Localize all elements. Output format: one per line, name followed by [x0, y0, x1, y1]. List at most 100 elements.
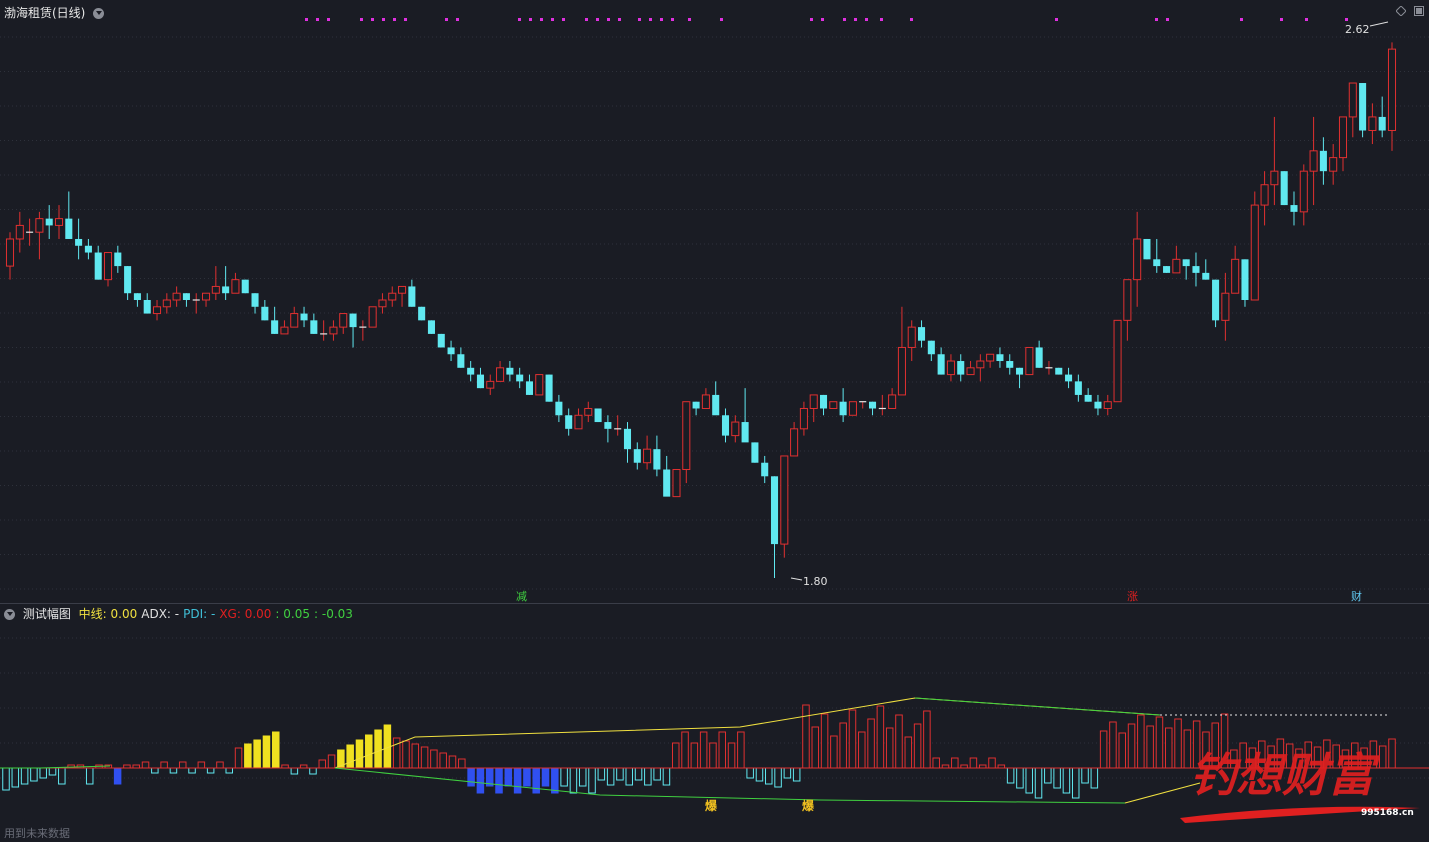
- indicator-value-4: : 0.05: [275, 607, 310, 621]
- candle-body-down: [1006, 361, 1014, 368]
- candle-body-up: [809, 394, 818, 409]
- candle: [1212, 279, 1220, 328]
- candle: [15, 211, 24, 253]
- magenta-dot: [305, 18, 308, 21]
- candle-body-down: [427, 320, 435, 334]
- indicator-bar-positive: [458, 758, 466, 769]
- indicator-bar-positive: [913, 723, 922, 769]
- candle: [1241, 259, 1249, 307]
- candle-body-up: [1329, 157, 1338, 172]
- candle-body-down: [692, 401, 700, 409]
- candle: [133, 293, 141, 307]
- magenta-dot: [1345, 18, 1348, 21]
- magenta-dot: [1305, 18, 1308, 21]
- indicator-bar-positive: [671, 742, 680, 769]
- indicator-bar-positive: [1155, 716, 1164, 769]
- indicator-bar-negative: [1090, 767, 1099, 789]
- indicator-bar-negative: [588, 767, 596, 794]
- diamond-icon[interactable]: [1396, 6, 1406, 16]
- indicator-bar-negative: [188, 767, 196, 774]
- indicator-bar-negative: [495, 767, 503, 794]
- candle: [1084, 388, 1092, 402]
- main-price-chart[interactable]: 2.62 1.80 减 涨 财 渤海租赁(日线): [0, 0, 1429, 603]
- indicator-bar-negative: [765, 767, 773, 785]
- indicator-bar-negative: [551, 767, 559, 794]
- candle-body-up: [672, 469, 681, 498]
- candle-body-up: [584, 407, 593, 416]
- candle: [790, 422, 799, 457]
- indicator-bar-positive: [1174, 718, 1182, 769]
- candle: [1143, 238, 1151, 260]
- magenta-dot: [404, 18, 407, 21]
- candle: [1123, 279, 1132, 341]
- candle-body-down: [761, 462, 769, 477]
- candle: [1348, 82, 1357, 138]
- candle: [721, 408, 730, 443]
- candle-body-up: [1338, 116, 1348, 159]
- candle-body-up: [701, 394, 710, 409]
- candle: [1299, 164, 1308, 226]
- indicator-dropdown-icon[interactable]: [4, 609, 15, 620]
- candle: [1016, 367, 1024, 389]
- candle-body-down: [770, 476, 779, 545]
- indicator-panel[interactable]: 爆 爆 钓想财富 995168.cn 用到未来数据 测试幅图 中线: 0.00 A…: [0, 603, 1429, 840]
- candle: [368, 306, 377, 328]
- candle-body-down: [868, 401, 877, 409]
- candle-body-up: [231, 279, 240, 294]
- candle: [819, 394, 828, 416]
- candle-body-up: [1025, 346, 1034, 376]
- indicator-bar-positive: [718, 731, 727, 769]
- indicator-bar-positive: [895, 714, 903, 769]
- magenta-signal-dots: [305, 18, 1348, 21]
- indicator-bar-negative: [569, 767, 578, 794]
- candle-body-up: [35, 218, 44, 233]
- candle-body-down: [918, 327, 926, 341]
- candle: [623, 422, 632, 463]
- candle: [594, 408, 602, 423]
- high-arrow: [1369, 21, 1389, 27]
- candle-body-down: [408, 286, 416, 307]
- candle-body-down: [133, 293, 141, 300]
- indicator-bar-negative: [467, 767, 475, 787]
- indicator-chart[interactable]: 爆 爆 钓想财富 995168.cn 用到未来数据: [0, 603, 1429, 840]
- candle: [486, 374, 495, 395]
- candle-body-up: [643, 448, 652, 464]
- indicator-bar-positive: [327, 754, 336, 769]
- indicator-value-5: : -0.03: [314, 607, 353, 621]
- indicator-bar-negative: [1006, 767, 1015, 784]
- indicator-bar-positive: [392, 737, 401, 769]
- candle: [222, 266, 230, 300]
- indicator-bar-positive: [1127, 723, 1136, 769]
- magenta-dot: [1280, 18, 1283, 21]
- candle: [1319, 137, 1327, 185]
- indicator-bar-negative: [578, 767, 587, 787]
- candle: [741, 388, 749, 443]
- candle: [996, 347, 1004, 368]
- indicator-bar-negative: [206, 767, 215, 774]
- indicator-bar-positive: [160, 761, 168, 769]
- candle-body-down: [1280, 171, 1288, 206]
- candle: [1133, 211, 1142, 307]
- maximize-icon[interactable]: [1414, 6, 1424, 16]
- candle: [545, 374, 553, 402]
- indicator-value-3: XG: 0.00: [219, 607, 272, 621]
- candle-body-up: [790, 428, 799, 457]
- magenta-dot: [660, 18, 663, 21]
- candle: [45, 205, 53, 239]
- candle-body-up: [103, 252, 113, 281]
- indicator-bar-positive: [178, 761, 187, 769]
- indicator-bar-negative: [616, 767, 624, 781]
- candle: [65, 191, 73, 239]
- magenta-dot: [607, 18, 610, 21]
- indicator-bar-positive: [932, 757, 940, 769]
- candle: [888, 388, 897, 409]
- indicator-bar-positive: [420, 746, 429, 769]
- candle: [124, 266, 132, 300]
- period-dropdown-icon[interactable]: [93, 8, 105, 19]
- candle: [1113, 319, 1122, 403]
- candle: [1074, 374, 1082, 402]
- indicator-bar-positive: [737, 731, 745, 769]
- candlestick-chart[interactable]: 2.62 1.80 减 涨 财: [0, 0, 1429, 603]
- candle-body-up: [829, 401, 838, 409]
- indicator-bar-negative: [2, 767, 10, 791]
